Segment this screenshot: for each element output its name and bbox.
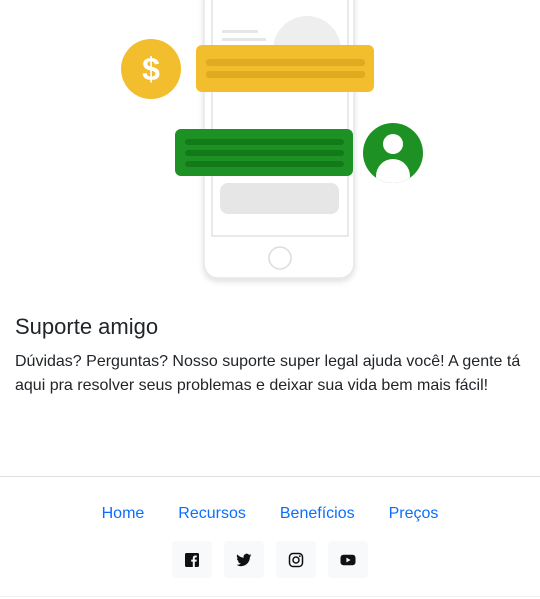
youtube-icon bbox=[340, 554, 356, 565]
dollar-icon: $ bbox=[121, 39, 181, 99]
bottom-divider bbox=[0, 596, 540, 597]
footer-link-recursos[interactable]: Recursos bbox=[161, 500, 263, 528]
instagram-icon bbox=[288, 552, 304, 567]
support-illustration: $ bbox=[121, 0, 423, 279]
yellow-message-bubble bbox=[196, 45, 374, 92]
social-links bbox=[0, 541, 540, 578]
footer-nav: Home Recursos Benefícios Preços bbox=[0, 500, 540, 528]
twitter-button[interactable] bbox=[224, 541, 264, 578]
feature-description: Dúvidas? Perguntas? Nosso suporte super … bbox=[15, 353, 521, 394]
youtube-button[interactable] bbox=[328, 541, 368, 578]
user-avatar-icon bbox=[363, 123, 423, 183]
footer-link-precos[interactable]: Preços bbox=[372, 500, 456, 528]
green-message-bubble bbox=[175, 129, 353, 176]
footer-link-home[interactable]: Home bbox=[85, 500, 162, 528]
facebook-button[interactable] bbox=[172, 541, 212, 578]
footer-divider bbox=[0, 476, 540, 477]
footer-link-beneficios[interactable]: Benefícios bbox=[263, 500, 372, 528]
feature-title: Suporte amigo bbox=[15, 314, 159, 339]
dollar-symbol: $ bbox=[142, 51, 160, 87]
twitter-icon bbox=[236, 553, 252, 566]
instagram-button[interactable] bbox=[276, 541, 316, 578]
facebook-icon bbox=[185, 552, 199, 567]
